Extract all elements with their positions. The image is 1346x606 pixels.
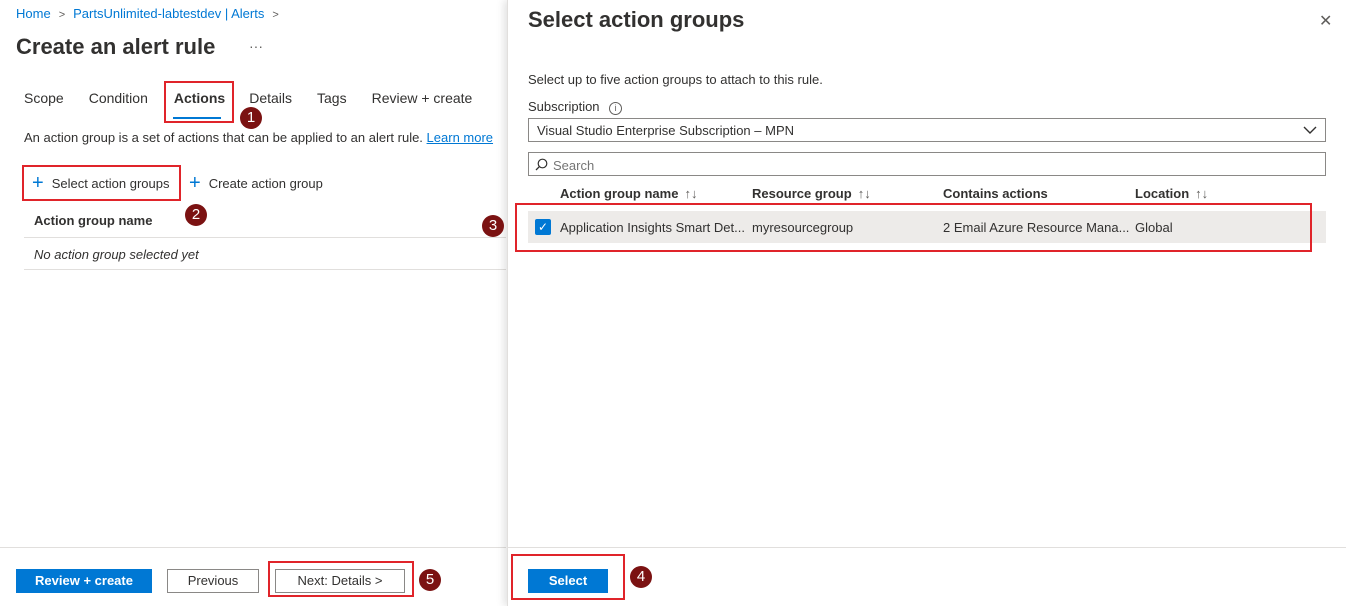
step-badge-3: 3 [482,215,504,237]
panel-subtitle: Select up to five action groups to attac… [528,72,823,87]
plus-icon: + [189,172,201,194]
search-box[interactable] [528,152,1326,176]
subscription-value: Visual Studio Enterprise Subscription – … [537,123,794,138]
chevron-down-icon [1303,126,1317,134]
divider [24,269,506,270]
select-action-groups-panel: Select action groups ✕ Select up to five… [507,0,1346,606]
step-badge-2: 2 [185,204,207,226]
learn-more-link[interactable]: Learn more [427,130,493,145]
actions-description: An action group is a set of actions that… [24,130,494,145]
step-badge-4: 4 [630,566,652,588]
search-icon [535,158,548,171]
subscription-label-row: Subscription i [528,99,623,115]
highlight-box-next-button [268,561,414,597]
close-icon[interactable]: ✕ [1319,11,1332,31]
chevron-right-icon: > [58,9,66,21]
column-header-location[interactable]: Location ↑↓ [1135,186,1208,201]
highlight-box-selected-row [515,203,1312,252]
footer-divider [0,547,506,548]
tab-details[interactable]: Details [249,90,292,106]
column-header-action-group-name[interactable]: Action group name ↑↓ [560,186,697,201]
column-header-action-group-name[interactable]: Action group name [34,213,152,228]
highlight-box-select-button [511,554,625,600]
chevron-right-icon: > [272,9,279,21]
page-title: Create an alert rule [16,34,216,59]
wizard-tabs: Scope Condition Actions Details Tags Rev… [24,90,497,106]
breadcrumb-home[interactable]: Home [16,6,51,21]
panel-title: Select action groups [528,7,745,32]
review-create-button[interactable]: Review + create [16,569,152,593]
highlight-box-select-action-groups [22,165,181,201]
subscription-dropdown[interactable]: Visual Studio Enterprise Subscription – … [528,118,1326,142]
sort-icon[interactable]: ↑↓ [858,186,871,201]
step-badge-1: 1 [240,107,262,129]
sort-icon[interactable]: ↑↓ [1195,186,1208,201]
panel-footer-divider [508,547,1346,548]
tab-tags[interactable]: Tags [317,90,347,106]
subscription-label: Subscription [528,99,600,114]
highlight-box-actions-tab [164,81,234,123]
empty-state-text: No action group selected yet [34,247,199,262]
tab-condition[interactable]: Condition [89,90,148,106]
column-header-resource-group[interactable]: Resource group ↑↓ [752,186,871,201]
tab-scope[interactable]: Scope [24,90,64,106]
info-icon: i [609,102,623,115]
step-badge-5: 5 [419,569,441,591]
sort-icon[interactable]: ↑↓ [684,186,697,201]
more-options-icon[interactable]: ··· [249,38,263,54]
column-header-contains-actions[interactable]: Contains actions [943,186,1048,201]
previous-button[interactable]: Previous [167,569,259,593]
tab-review-create[interactable]: Review + create [372,90,473,106]
search-input[interactable] [551,155,1315,175]
breadcrumb-resource[interactable]: PartsUnlimited-labtestdev | Alerts [73,6,264,21]
breadcrumb: Home > PartsUnlimited-labtestdev | Alerts > [16,6,287,21]
divider [24,237,506,238]
create-action-group-button[interactable]: + Create action group [189,172,323,194]
